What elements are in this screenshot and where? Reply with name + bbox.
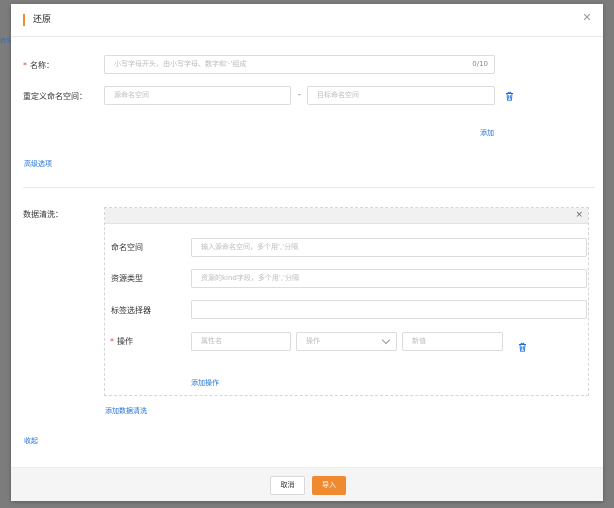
label-selector-label: 标签选择器 [111,306,151,315]
source-namespace-input[interactable]: 源命名空间 [104,86,291,105]
name-placeholder: 小写字母开头，由小写字母、数字和'-'组成 [114,60,247,68]
restore-dialog: 还原 ✕ * 名称： 小写字母开头，由小写字母、数字和'-'组成 0/10 重定义… [11,4,603,501]
advanced-options-link[interactable]: 高级选项 [24,159,52,169]
add-remap-link[interactable]: 添加 [480,128,494,138]
wash-namespace-input[interactable]: 输入源命名空间，多个用','分隔 [191,238,587,257]
delete-operation-icon[interactable] [518,342,527,352]
name-label: 名称： [30,61,54,70]
dialog-title: 还原 [33,15,52,25]
operation-label-row: * 操作 [110,336,133,348]
dialog-header: 还原 ✕ [11,4,603,37]
collapse-link[interactable]: 收起 [24,436,38,446]
add-data-wash-link[interactable]: 添加数据清洗 [105,406,147,416]
data-wash-panel-header: × [105,208,588,224]
target-namespace-input[interactable]: 目标命名空间 [307,86,495,105]
operation-select-placeholder: 操作 [306,337,320,345]
resource-type-input[interactable]: 资源的kind字段，多个用','分隔 [191,269,587,288]
name-counter: 0/10 [472,60,488,68]
operation-label: 操作 [117,337,133,346]
namespace-remap-label: 重定义命名空间： [23,92,87,101]
required-mark: * [110,337,114,346]
attribute-name-input[interactable]: 属性名 [191,332,291,351]
label-selector-input[interactable] [191,300,587,319]
namespace-separator: - [298,90,301,99]
operation-select[interactable]: 操作 [296,332,397,351]
wash-namespace-label: 命名空间 [111,243,143,252]
close-wash-icon[interactable]: × [575,210,583,221]
resource-type-label: 资源类型 [111,274,143,283]
chevron-down-icon [381,335,391,345]
name-label-row: * 名称： [23,60,54,72]
section-divider [23,187,595,188]
name-input[interactable]: 小写字母开头，由小写字母、数字和'-'组成 0/10 [104,55,495,74]
dialog-footer: 取消 导入 [11,467,603,501]
delete-remap-icon[interactable] [505,91,514,101]
add-operation-link[interactable]: 添加操作 [191,378,219,388]
required-mark: * [23,61,27,70]
title-accent-bar [23,14,25,26]
data-wash-panel: × 命名空间 输入源命名空间，多个用','分隔 资源类型 资源的kind字段，多… [104,207,589,396]
import-button[interactable]: 导入 [312,476,346,495]
cancel-button[interactable]: 取消 [270,476,305,495]
close-icon[interactable]: ✕ [581,12,593,24]
new-value-input[interactable]: 新值 [402,332,503,351]
data-wash-label: 数据清洗： [23,210,63,219]
